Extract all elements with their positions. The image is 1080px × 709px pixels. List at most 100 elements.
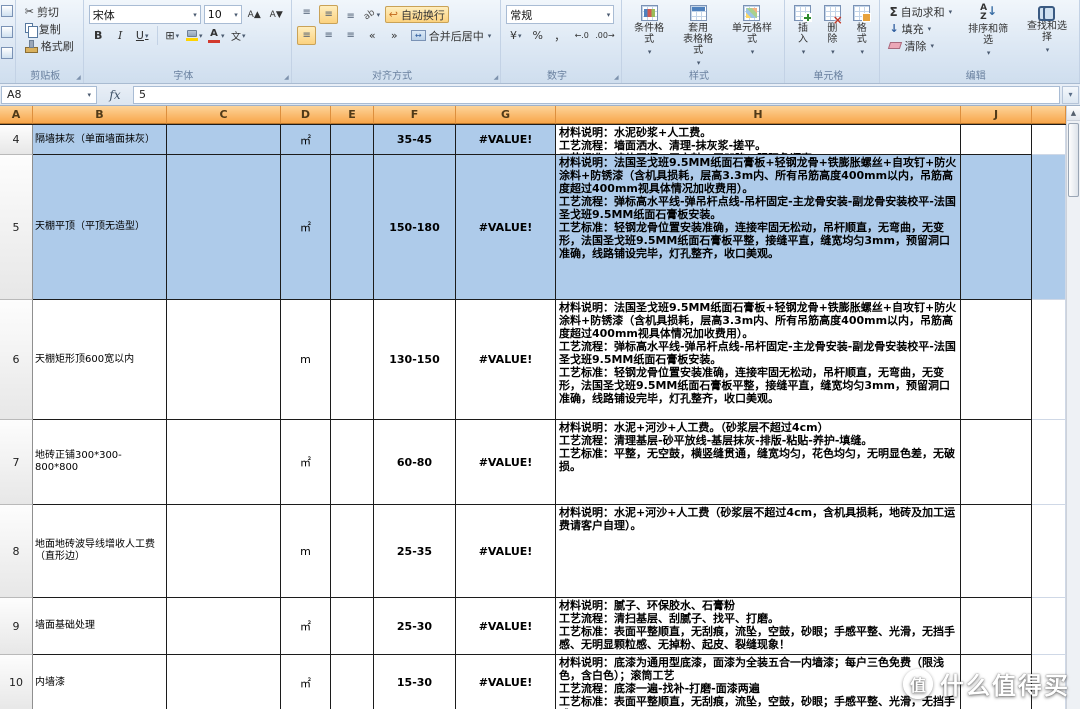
cell-h8[interactable]: 材料说明：水泥+河沙+人工费（砂浆层不超过4cm，含机具损耗，地砖及加工运费请客… <box>556 505 961 598</box>
fill-color-button[interactable]: ▾ <box>185 26 204 45</box>
format-painter-button[interactable]: 格式刷 <box>21 37 78 54</box>
cell-d10[interactable]: ㎡ <box>281 655 331 709</box>
underline-button[interactable]: U▾ <box>133 26 152 45</box>
cell-k8[interactable] <box>1032 505 1066 598</box>
cell-e10[interactable] <box>331 655 374 709</box>
cell-c6[interactable] <box>167 300 281 420</box>
row-header-8[interactable]: 8 <box>0 505 33 598</box>
italic-button[interactable]: I <box>111 26 130 45</box>
sort-filter-button[interactable]: AZ↓ 排序和筛选 ▾ <box>961 3 1015 69</box>
bold-button[interactable]: B <box>89 26 108 45</box>
copy-button[interactable]: 复制 <box>21 20 78 37</box>
insert-cells-button[interactable]: 插入 ▾ <box>790 3 815 69</box>
cell-d8[interactable]: m <box>281 505 331 598</box>
cell-f8[interactable]: 25-35 <box>374 505 456 598</box>
column-header-partial[interactable] <box>1032 106 1066 124</box>
expand-formula-bar-button[interactable]: ▾ <box>1062 86 1079 104</box>
decrease-decimal-button[interactable]: .00→ <box>594 26 615 45</box>
cell-e8[interactable] <box>331 505 374 598</box>
cell-c10[interactable] <box>167 655 281 709</box>
cell-b6[interactable]: 天棚矩形顶600宽以内 <box>33 300 167 420</box>
cell-d7[interactable]: ㎡ <box>281 420 331 505</box>
column-header-f[interactable]: F <box>374 106 456 124</box>
grow-font-button[interactable]: A▲ <box>245 5 264 24</box>
cell-j8[interactable] <box>961 505 1032 598</box>
cell-k7[interactable] <box>1032 420 1066 505</box>
cell-f10[interactable]: 15-30 <box>374 655 456 709</box>
cell-k6[interactable] <box>1032 300 1066 420</box>
cell-b7[interactable]: 地砖正铺300*300-800*800 <box>33 420 167 505</box>
cell-b8[interactable]: 地面地砖波导线增收人工费（直形边） <box>33 505 167 598</box>
format-as-table-button[interactable]: 套用 表格格式 ▾ <box>676 3 721 69</box>
column-header-e[interactable]: E <box>331 106 374 124</box>
cell-c9[interactable] <box>167 598 281 655</box>
cell-b10[interactable]: 内墙漆 <box>33 655 167 709</box>
cell-j6[interactable] <box>961 300 1032 420</box>
row-header-4[interactable]: 4 <box>0 125 33 155</box>
cell-c5[interactable] <box>167 155 281 300</box>
vertical-scrollbar[interactable]: ▲ <box>1066 106 1080 709</box>
fill-button[interactable]: ↓ 填充 ▾ <box>885 20 956 37</box>
column-header-b[interactable]: B <box>33 106 167 124</box>
cell-c4[interactable] <box>167 125 281 155</box>
cell-k9[interactable] <box>1032 598 1066 655</box>
cell-h5[interactable]: 材料说明：法国圣戈班9.5MM纸面石膏板+轻钢龙骨+铁膨胀螺丝+自攻钉+防火涂料… <box>556 155 961 300</box>
cell-e4[interactable] <box>331 125 374 155</box>
align-center-button[interactable]: ≡ <box>319 26 338 45</box>
cell-b9[interactable]: 墙面基础处理 <box>33 598 167 655</box>
font-name-select[interactable]: 宋体 ▾ <box>89 5 201 24</box>
column-header-j[interactable]: J <box>961 106 1032 124</box>
cell-b4[interactable]: 隔墙抹灰（单面墙面抹灰） <box>33 125 167 155</box>
font-color-button[interactable]: A ▾ <box>207 26 226 45</box>
borders-button[interactable]: ⊞▾ <box>163 26 182 45</box>
align-bottom-button[interactable]: ≡ <box>341 5 360 24</box>
percent-style-button[interactable]: % <box>528 26 547 45</box>
align-right-button[interactable]: ≡ <box>341 26 360 45</box>
scroll-up-button[interactable]: ▲ <box>1067 106 1080 121</box>
cell-f6[interactable]: 130-150 <box>374 300 456 420</box>
cell-g6[interactable]: #VALUE! <box>456 300 556 420</box>
orientation-button[interactable]: ab▾ <box>363 5 382 24</box>
formula-input[interactable]: 5 <box>133 86 1060 104</box>
decrease-indent-button[interactable]: « <box>363 26 382 45</box>
align-top-button[interactable]: ≡ <box>297 5 316 24</box>
row-header-6[interactable]: 6 <box>0 300 33 420</box>
clipboard-dialog-launcher[interactable]: ◢ <box>76 75 81 81</box>
cell-g5[interactable]: #VALUE! <box>456 155 556 300</box>
cell-f4[interactable]: 35-45 <box>374 125 456 155</box>
alignment-dialog-launcher[interactable]: ◢ <box>494 75 499 81</box>
align-middle-button[interactable]: ≡ <box>319 5 338 24</box>
cell-h6[interactable]: 材料说明：法国圣戈班9.5MM纸面石膏板+轻钢龙骨+铁膨胀螺丝+自攻钉+防火涂料… <box>556 300 961 420</box>
cell-g10[interactable]: #VALUE! <box>456 655 556 709</box>
cell-d6[interactable]: m <box>281 300 331 420</box>
column-header-h[interactable]: H <box>556 106 961 124</box>
column-header-a[interactable]: A <box>0 106 33 124</box>
wrap-text-button[interactable]: ↩ 自动换行 <box>385 6 449 23</box>
cell-h4[interactable]: 材料说明：水泥砂浆+人工费。 工艺流程：墙面洒水、清理-抹灰浆-搓平。 工艺标准… <box>556 125 961 155</box>
cell-j5[interactable] <box>961 155 1032 300</box>
cell-e6[interactable] <box>331 300 374 420</box>
increase-indent-button[interactable]: » <box>385 26 404 45</box>
cell-g4[interactable]: #VALUE! <box>456 125 556 155</box>
cell-k4[interactable] <box>1032 125 1066 155</box>
font-size-select[interactable]: 10 ▾ <box>204 5 242 24</box>
number-dialog-launcher[interactable]: ◢ <box>614 75 619 81</box>
cell-g8[interactable]: #VALUE! <box>456 505 556 598</box>
font-dialog-launcher[interactable]: ◢ <box>284 75 289 81</box>
clear-button[interactable]: 清除 ▾ <box>885 37 956 54</box>
cell-d9[interactable]: ㎡ <box>281 598 331 655</box>
cell-h9[interactable]: 材料说明：腻子、环保胶水、石膏粉 工艺流程：清扫基层、刮腻子、找平、打磨。 工艺… <box>556 598 961 655</box>
cell-d5[interactable]: ㎡ <box>281 155 331 300</box>
cell-j4[interactable] <box>961 125 1032 155</box>
increase-decimal-button[interactable]: ←.0 <box>572 26 591 45</box>
column-header-g[interactable]: G <box>456 106 556 124</box>
cell-f5[interactable]: 150-180 <box>374 155 456 300</box>
shrink-font-button[interactable]: A▼ <box>267 5 286 24</box>
cell-j9[interactable] <box>961 598 1032 655</box>
align-left-button[interactable]: ≡ <box>297 26 316 45</box>
merge-center-button[interactable]: ↔ 合并后居中 ▾ <box>407 27 496 44</box>
cut-button[interactable]: ✂ 剪切 <box>21 3 78 20</box>
autosum-button[interactable]: Σ 自动求和 ▾ <box>885 3 956 20</box>
number-format-select[interactable]: 常规 ▾ <box>506 5 614 24</box>
row-header-7[interactable]: 7 <box>0 420 33 505</box>
